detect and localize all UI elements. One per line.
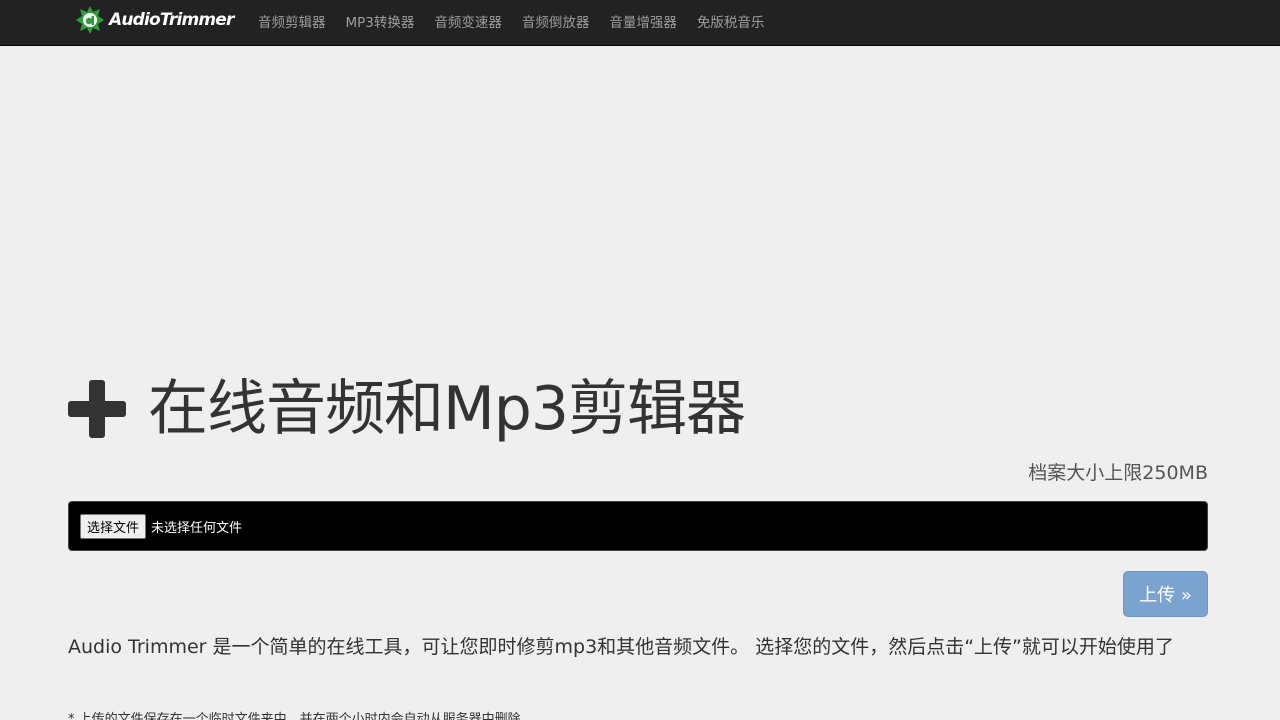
nav-link-audio-trimmer[interactable]: 音频剪辑器 bbox=[258, 11, 326, 31]
brand-name: AudioTrimmer bbox=[109, 10, 234, 30]
audiotrimmer-logo-icon bbox=[76, 6, 104, 34]
description-text: Audio Trimmer 是一个简单的在线工具，可让您即时修剪mp3和其他音频… bbox=[68, 636, 1174, 658]
main-nav: 音频剪辑器 MP3转换器 音频变速器 音频倒放器 音量增强器 免版税音乐 bbox=[248, 0, 774, 42]
nav-item-speed-changer: 音频变速器 bbox=[424, 0, 512, 42]
brand-link[interactable]: AudioTrimmer bbox=[76, 5, 234, 35]
hero-heading: 在线音频和Mp3剪辑器 bbox=[68, 374, 746, 444]
nav-link-volume-booster[interactable]: 音量增强器 bbox=[609, 11, 677, 31]
nav-link-royalty-free-music[interactable]: 免版税音乐 bbox=[697, 11, 765, 31]
nav-link-speed-changer[interactable]: 音频变速器 bbox=[434, 11, 502, 31]
upload-button[interactable]: 上传 » bbox=[1123, 571, 1208, 617]
storage-note: * 上传的文件保存在一个临时文件夹中，并在两个小时内会自动从服务器中删除。 bbox=[68, 712, 534, 720]
nav-item-mp3-converter: MP3转换器 bbox=[336, 0, 425, 42]
file-size-limit: 档案大小上限250MB bbox=[1028, 462, 1208, 484]
nav-item-audio-reverser: 音频倒放器 bbox=[512, 0, 600, 42]
choose-file-button[interactable]: 选择文件 bbox=[80, 513, 147, 539]
top-navbar: AudioTrimmer 音频剪辑器 MP3转换器 音频变速器 音频倒放器 音量… bbox=[0, 0, 1280, 46]
file-upload-box: 选择文件 未选择任何文件 bbox=[68, 501, 1208, 551]
nav-link-audio-reverser[interactable]: 音频倒放器 bbox=[522, 11, 590, 31]
nav-link-mp3-converter[interactable]: MP3转换器 bbox=[346, 11, 415, 31]
nav-item-audio-trimmer: 音频剪辑器 bbox=[248, 0, 336, 42]
page-title: 在线音频和Mp3剪辑器 bbox=[148, 374, 746, 444]
nav-item-royalty-free-music: 免版税音乐 bbox=[687, 0, 775, 42]
plus-icon bbox=[68, 380, 126, 438]
file-status-text: 未选择任何文件 bbox=[151, 520, 243, 536]
nav-item-volume-booster: 音量增强器 bbox=[599, 0, 687, 42]
